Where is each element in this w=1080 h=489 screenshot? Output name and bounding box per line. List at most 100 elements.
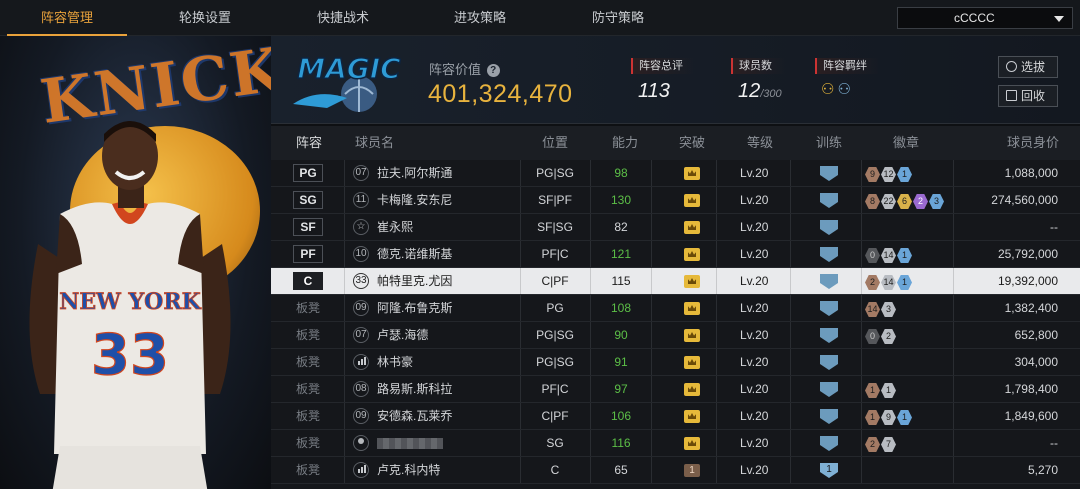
col-position[interactable]: 位置 [542,126,568,160]
player-name[interactable]: 卡梅隆.安东尼 [377,187,452,214]
bond-blue-icon[interactable]: ⚇ [837,80,850,98]
breakthrough-level-icon[interactable]: 1 [684,464,700,477]
player-name[interactable]: 卢克.科内特 [377,457,440,484]
breakthrough-crown-icon[interactable] [684,329,700,342]
player-value: 304,000 [1014,355,1058,369]
col-lineup[interactable]: 阵容 [296,126,322,160]
column-divider [520,160,521,186]
team-select-value: cCCCC [954,11,995,25]
table-row[interactable]: 板凳 07 卢瑟.海德 PG|SG 90 Lv.20 0 2 652,800 [271,322,1080,349]
player-level: Lv.20 [740,382,769,396]
tab-rotation[interactable]: 轮换设置 [145,0,265,36]
breakthrough-crown-icon[interactable] [684,167,700,180]
training-shield-icon[interactable] [820,409,838,424]
player-name[interactable]: 拉夫.阿尔斯通 [377,160,452,187]
position-slot-tag[interactable]: PG [293,164,323,182]
player-name[interactable]: 路易斯.斯科拉 [377,376,452,403]
position-slot-tag[interactable]: SF [293,218,323,236]
tab-offense[interactable]: 进攻策略 [420,0,540,36]
player-level: Lv.20 [740,355,769,369]
chevron-down-icon [1054,16,1064,22]
position-slot-tag[interactable]: PF [293,245,323,263]
training-shield-icon[interactable] [820,220,838,235]
breakthrough-crown-icon[interactable] [684,221,700,234]
badge-list[interactable]: 191 [865,409,913,425]
badge-list[interactable]: 0 14 1 [865,247,913,263]
bench-label: 板凳 [296,436,321,450]
player-name[interactable]: 德克.诺维斯基 [377,241,452,268]
breakthrough-crown-icon[interactable] [684,437,700,450]
table-row[interactable]: SG 11 卡梅隆.安东尼 SF|PF 130 Lv.20 8 22 6 2 3 274,560,00… [271,187,1080,214]
table-row[interactable]: C 33 帕特里克.尤因 C|PF 115 Lv.20 2 14 1 19,392,000 [271,268,1080,295]
table-row[interactable]: 板凳 08 路易斯.斯科拉 PF|C 97 Lv.20 1 1 1,798,400 [271,376,1080,403]
col-level[interactable]: 等级 [747,126,773,160]
player-level: Lv.20 [740,220,769,234]
position-slot-tag[interactable]: SG [293,191,323,209]
badge-list[interactable]: 11 [865,382,897,398]
column-divider [520,403,521,429]
bond-gold-icon[interactable]: ⚇ [821,80,834,98]
breakthrough-crown-icon[interactable] [684,410,700,423]
team-logo-magic: MAGIC [293,51,402,112]
training-shield-icon[interactable] [820,355,838,370]
badge-icon: 22 [881,194,896,209]
training-shield-icon[interactable] [820,436,838,451]
col-training[interactable]: 训练 [816,126,842,160]
col-value[interactable]: 球员身价 [1007,126,1059,160]
select-button[interactable]: 选拔 [998,56,1058,78]
breakthrough-crown-icon[interactable] [684,275,700,288]
team-select[interactable]: cCCCC [897,7,1073,29]
training-shield-icon[interactable] [820,382,838,397]
player-name[interactable]: 安德森.瓦莱乔 [377,403,452,430]
position-slot-tag[interactable]: C [293,272,323,290]
badge-list[interactable]: 02 [865,328,897,344]
tab-quick-tactics[interactable]: 快捷战术 [283,0,403,36]
training-shield-icon[interactable] [820,166,838,181]
document-icon [1006,90,1017,101]
table-row[interactable]: 板凳 09 阿隆.布鲁克斯 PG 108 Lv.20 14 3 1,382,400 [271,295,1080,322]
badge-list[interactable]: 2 14 1 [865,274,913,290]
training-shield-icon[interactable] [820,247,838,262]
table-row[interactable]: 板凳 林书豪 PG|SG 91 Lv.20 304,000 [271,349,1080,376]
player-name[interactable]: 帕特里克.尤因 [377,268,452,295]
training-shield-icon[interactable] [820,193,838,208]
table-row[interactable]: 板凳 卢克.科内特 C 65 1 Lv.20 1 5,270 [271,457,1080,484]
column-divider [861,160,862,186]
tab-defense[interactable]: 防守策略 [558,0,678,36]
column-divider [953,187,954,213]
col-name[interactable]: 球员名 [355,126,394,160]
player-count: 12/300 [738,80,785,103]
breakthrough-crown-icon[interactable] [684,302,700,315]
badge-list[interactable]: 27 [865,436,897,452]
table-row[interactable]: PG 07 拉夫.阿尔斯通 PG|SG 98 Lv.20 9 12 1 1,088,000 [271,160,1080,187]
badge-list[interactable]: 9 12 1 [865,166,913,182]
bond-icons[interactable]: ⚇ ⚇ [821,80,879,98]
breakthrough-crown-icon[interactable] [684,248,700,261]
breakthrough-crown-icon[interactable] [684,194,700,207]
breakthrough-crown-icon[interactable] [684,356,700,369]
col-badges[interactable]: 徽章 [893,126,919,160]
badge-list[interactable]: 8 22 6 2 3 [865,193,945,209]
col-breakthrough[interactable]: 突破 [679,126,705,160]
player-name[interactable]: 卢瑟.海德 [377,322,428,349]
training-shield-icon[interactable] [820,301,838,316]
breakthrough-crown-icon[interactable] [684,383,700,396]
table-row[interactable]: PF 10 德克.诺维斯基 PF|C 121 Lv.20 0 14 1 25,792,000 [271,241,1080,268]
tab-lineup[interactable]: 阵容管理 [7,0,127,36]
table-row[interactable]: 板凳 SG 116 Lv.20 2 7 -- [271,430,1080,457]
training-shield-icon[interactable] [820,328,838,343]
column-divider [953,403,954,429]
table-row[interactable]: SF ☆ 崔永熙 SF|SG 82 Lv.20 -- [271,214,1080,241]
player-name[interactable]: 阿隆.布鲁克斯 [377,295,452,322]
player-name[interactable]: 林书豪 [377,349,413,376]
training-level-icon[interactable]: 1 [820,463,838,478]
training-shield-icon[interactable] [820,274,838,289]
recycle-button[interactable]: 回收 [998,85,1058,107]
table-row[interactable]: 板凳 09 安德森.瓦莱乔 C|PF 106 Lv.20 1 9 1 1,849,600 [271,403,1080,430]
player-name[interactable]: 崔永熙 [377,214,413,241]
column-divider [953,241,954,267]
help-icon[interactable]: ? [486,64,500,78]
badge-list[interactable]: 14 3 [865,301,897,317]
col-ability[interactable]: 能力 [612,126,638,160]
badge-icon: 12 [881,167,896,182]
